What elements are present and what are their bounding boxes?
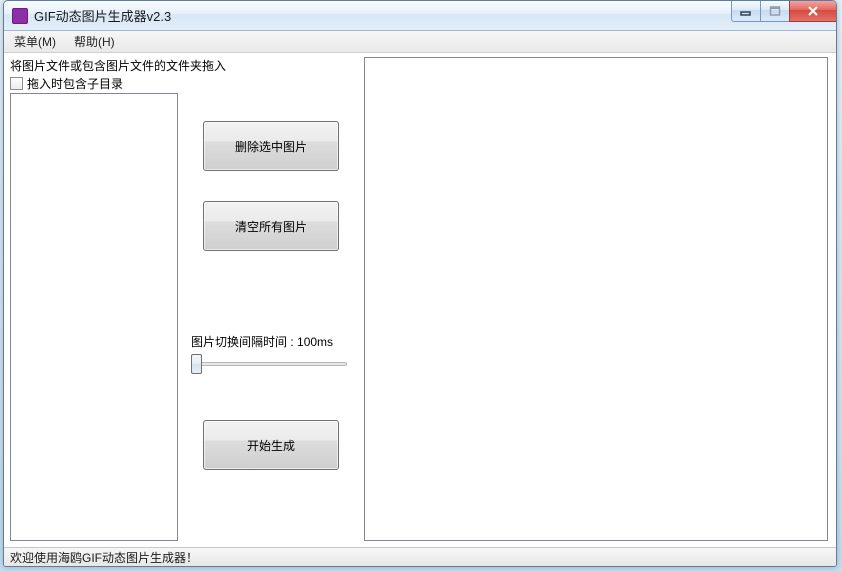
include-subdir-label[interactable]: 拖入时包含子目录 [27,75,123,92]
client-area: 将图片文件或包含图片文件的文件夹拖入 拖入时包含子目录 删除选中图片 清空所有图… [4,53,836,547]
menu-bar: 菜单(M) 帮助(H) [4,31,836,53]
include-subdir-checkbox[interactable] [10,77,23,90]
start-generate-button[interactable]: 开始生成 [203,420,339,470]
file-list[interactable] [10,93,178,541]
interval-label: 图片切换间隔时间 : 100ms [187,333,355,350]
preview-panel [364,57,828,541]
status-text: 欢迎使用海鸥GIF动态图片生成器！ [10,549,198,566]
interval-label-prefix: 图片切换间隔时间 : [191,335,297,349]
interval-value: 100ms [297,335,333,349]
window-title: GIF动态图片生成器v2.3 [34,6,171,25]
maximize-icon [769,5,781,17]
slider-track [197,362,347,366]
slider-thumb[interactable] [191,354,202,374]
maximize-button [760,1,789,22]
title-bar[interactable]: GIF动态图片生成器v2.3 [4,1,836,31]
menu-menu[interactable]: 菜单(M) [14,33,56,50]
interval-slider[interactable] [191,352,347,376]
minimize-button[interactable] [731,1,760,22]
minimize-icon [740,5,752,17]
include-subdir-row: 拖入时包含子目录 [10,75,123,92]
status-bar: 欢迎使用海鸥GIF动态图片生成器！ [4,547,836,567]
delete-selected-button[interactable]: 删除选中图片 [203,121,339,171]
app-window: GIF动态图片生成器v2.3 [3,0,837,567]
menu-help[interactable]: 帮助(H) [74,33,115,50]
window-controls [731,1,836,22]
app-icon [12,8,28,24]
desktop-background: GIF动态图片生成器v2.3 [0,0,842,571]
close-button[interactable] [789,1,836,22]
clear-all-button[interactable]: 清空所有图片 [203,201,339,251]
close-icon [806,5,820,17]
controls-column: 删除选中图片 清空所有图片 图片切换间隔时间 : 100ms 开始生成 [187,93,355,470]
drag-hint-label: 将图片文件或包含图片文件的文件夹拖入 [10,57,226,74]
